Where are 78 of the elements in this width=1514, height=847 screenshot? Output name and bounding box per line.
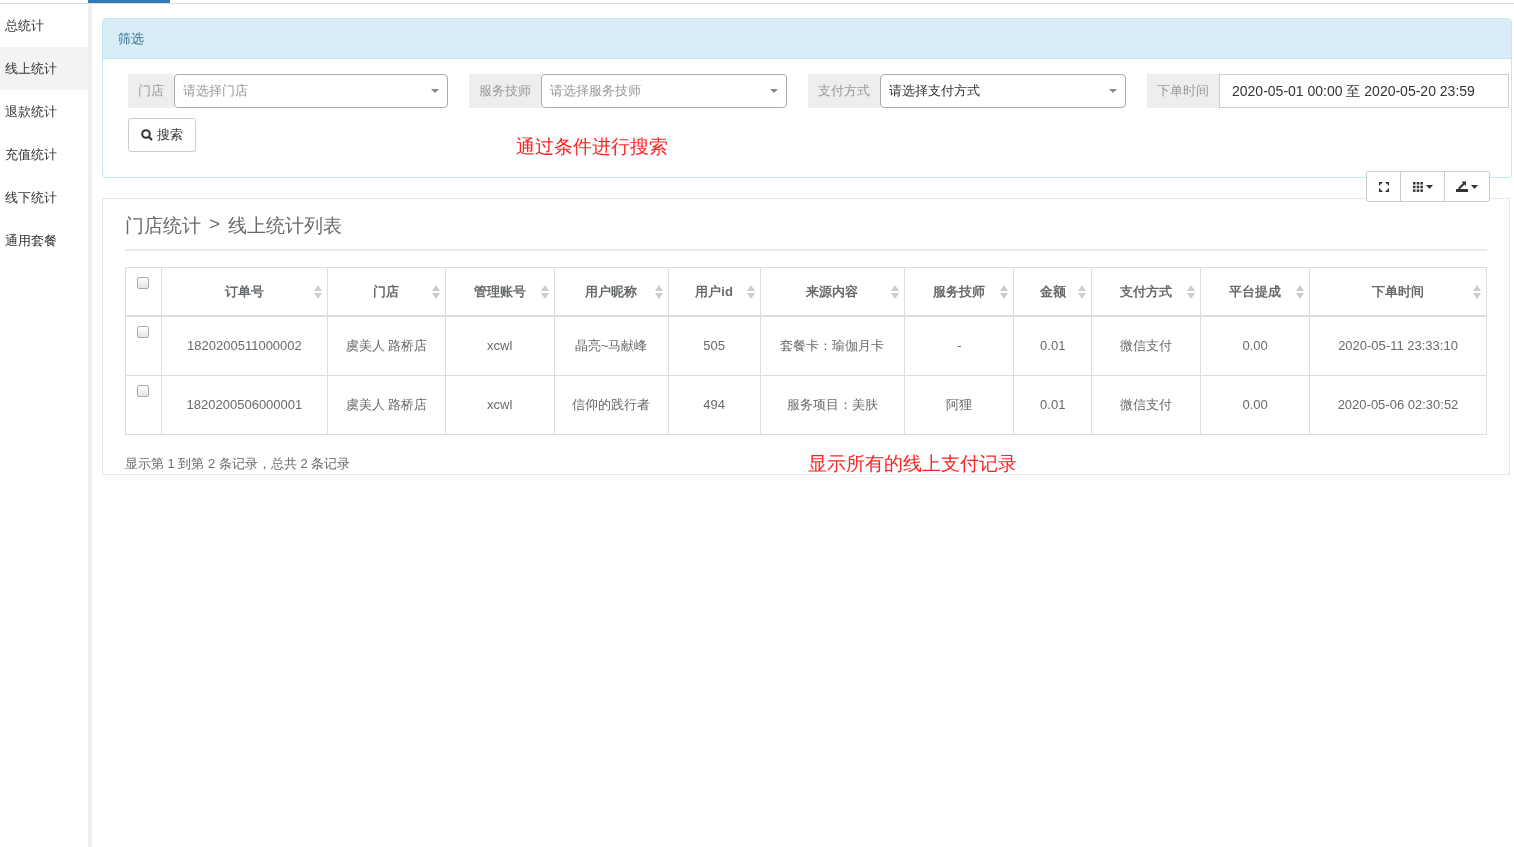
column-header[interactable]: 用户id [668, 267, 760, 316]
column-header[interactable]: 支付方式 [1091, 267, 1201, 316]
export-icon [1456, 181, 1468, 192]
column-header[interactable]: 下单时间 [1309, 267, 1487, 316]
sidebar-item[interactable]: 总统计 [0, 4, 88, 47]
table-cell: 0.01 [1013, 316, 1092, 376]
breadcrumb-item[interactable]: 门店统计 [125, 213, 201, 239]
breadcrumb-item: 线上统计列表 [228, 214, 343, 238]
sidebar-item[interactable]: 通用套餐 [0, 219, 88, 262]
column-header[interactable]: 用户昵称 [554, 267, 669, 316]
sidebar-item[interactable]: 充值统计 [0, 133, 88, 176]
table-cell: 0.00 [1200, 316, 1310, 376]
field-label: 下单时间 [1147, 74, 1219, 108]
table-cell: 2020-05-06 02:30:52 [1309, 375, 1487, 435]
caret-icon [1471, 184, 1478, 189]
table-cell: 虞美人 路桥店 [327, 375, 446, 435]
table-cell: 虞美人 路桥店 [327, 316, 446, 376]
sort-icon [1078, 284, 1087, 299]
table-cell: - [904, 316, 1014, 376]
column-header[interactable]: 平台提成 [1200, 267, 1310, 316]
filter-panel-title: 筛选 [103, 19, 1511, 59]
table-cell: 晶亮~马献峰 [554, 316, 669, 376]
expand-icon [1378, 181, 1389, 192]
field-label: 门店 [128, 74, 174, 108]
table-cell: 微信支付 [1091, 375, 1201, 435]
sort-icon [1296, 284, 1304, 299]
table-cell: 0.00 [1200, 375, 1310, 435]
table-cell: 微信支付 [1091, 316, 1201, 376]
date-range-field[interactable]: 2020-05-01 00:00 至 2020-05-20 23:59 [1219, 74, 1509, 108]
sort-icon [654, 284, 663, 299]
sort-icon [1000, 284, 1009, 299]
table-cell: xcwl [445, 316, 555, 376]
sidebar-item[interactable]: 退款统计 [0, 90, 88, 133]
sort-icon [746, 284, 755, 299]
search-button[interactable]: 搜索 [128, 118, 196, 152]
annotation-text: 通过条件进行搜索 [516, 135, 668, 159]
field-label: 支付方式 [808, 74, 880, 108]
table-cell: 服务项目：美肤 [760, 375, 905, 435]
checkbox[interactable] [137, 277, 150, 289]
table-cell: 505 [668, 316, 760, 376]
dropdown-field[interactable]: 请选择门店 [174, 74, 448, 108]
column-header[interactable]: 来源内容 [760, 267, 905, 316]
table-cell: 2020-05-11 23:33:10 [1309, 316, 1487, 376]
caret-icon [1425, 184, 1433, 189]
annotation-text: 显示所有的线上支付记录 [808, 452, 1018, 476]
record-summary: 显示第 1 到第 2 条记录，总共 2 条记录 [125, 455, 351, 473]
table-cell: xcwl [445, 375, 555, 435]
breadcrumb-separator: > [209, 213, 221, 236]
caret-icon [1109, 89, 1117, 93]
column-header[interactable]: 服务技师 [904, 267, 1014, 316]
caret-icon [770, 89, 778, 93]
table-cell: 494 [668, 375, 760, 435]
caret-icon [431, 89, 439, 93]
column-header[interactable]: 管理账号 [445, 267, 555, 316]
sort-icon [313, 284, 322, 299]
sidebar-item[interactable]: 线下统计 [0, 176, 88, 219]
sort-icon [1473, 284, 1481, 299]
dropdown-field[interactable]: 请选择支付方式 [880, 74, 1126, 108]
sort-icon [431, 284, 440, 299]
sort-icon [891, 284, 900, 299]
search-icon [141, 129, 153, 141]
table-cell: 阿狸 [904, 375, 1014, 435]
column-header[interactable]: 订单号 [161, 267, 328, 316]
field-label: 服务技师 [469, 74, 541, 108]
table-cell: 信仰的践行者 [554, 375, 669, 435]
column-header[interactable]: 门店 [327, 267, 446, 316]
table-cell: 套餐卡：瑜伽月卡 [760, 316, 905, 376]
checkbox[interactable] [137, 326, 150, 338]
sort-icon [540, 284, 549, 299]
table-cell: 0.01 [1013, 375, 1092, 435]
table-cell: 1820200506000001 [161, 375, 328, 435]
dropdown-field[interactable]: 请选择服务技师 [541, 74, 787, 108]
column-header[interactable]: 金额 [1013, 267, 1092, 316]
checkbox[interactable] [137, 385, 150, 397]
sidebar-item[interactable]: 线上统计 [0, 47, 88, 90]
sort-icon [1187, 284, 1196, 299]
table-cell: 1820200511000002 [161, 316, 328, 376]
grid-icon [1412, 181, 1423, 192]
